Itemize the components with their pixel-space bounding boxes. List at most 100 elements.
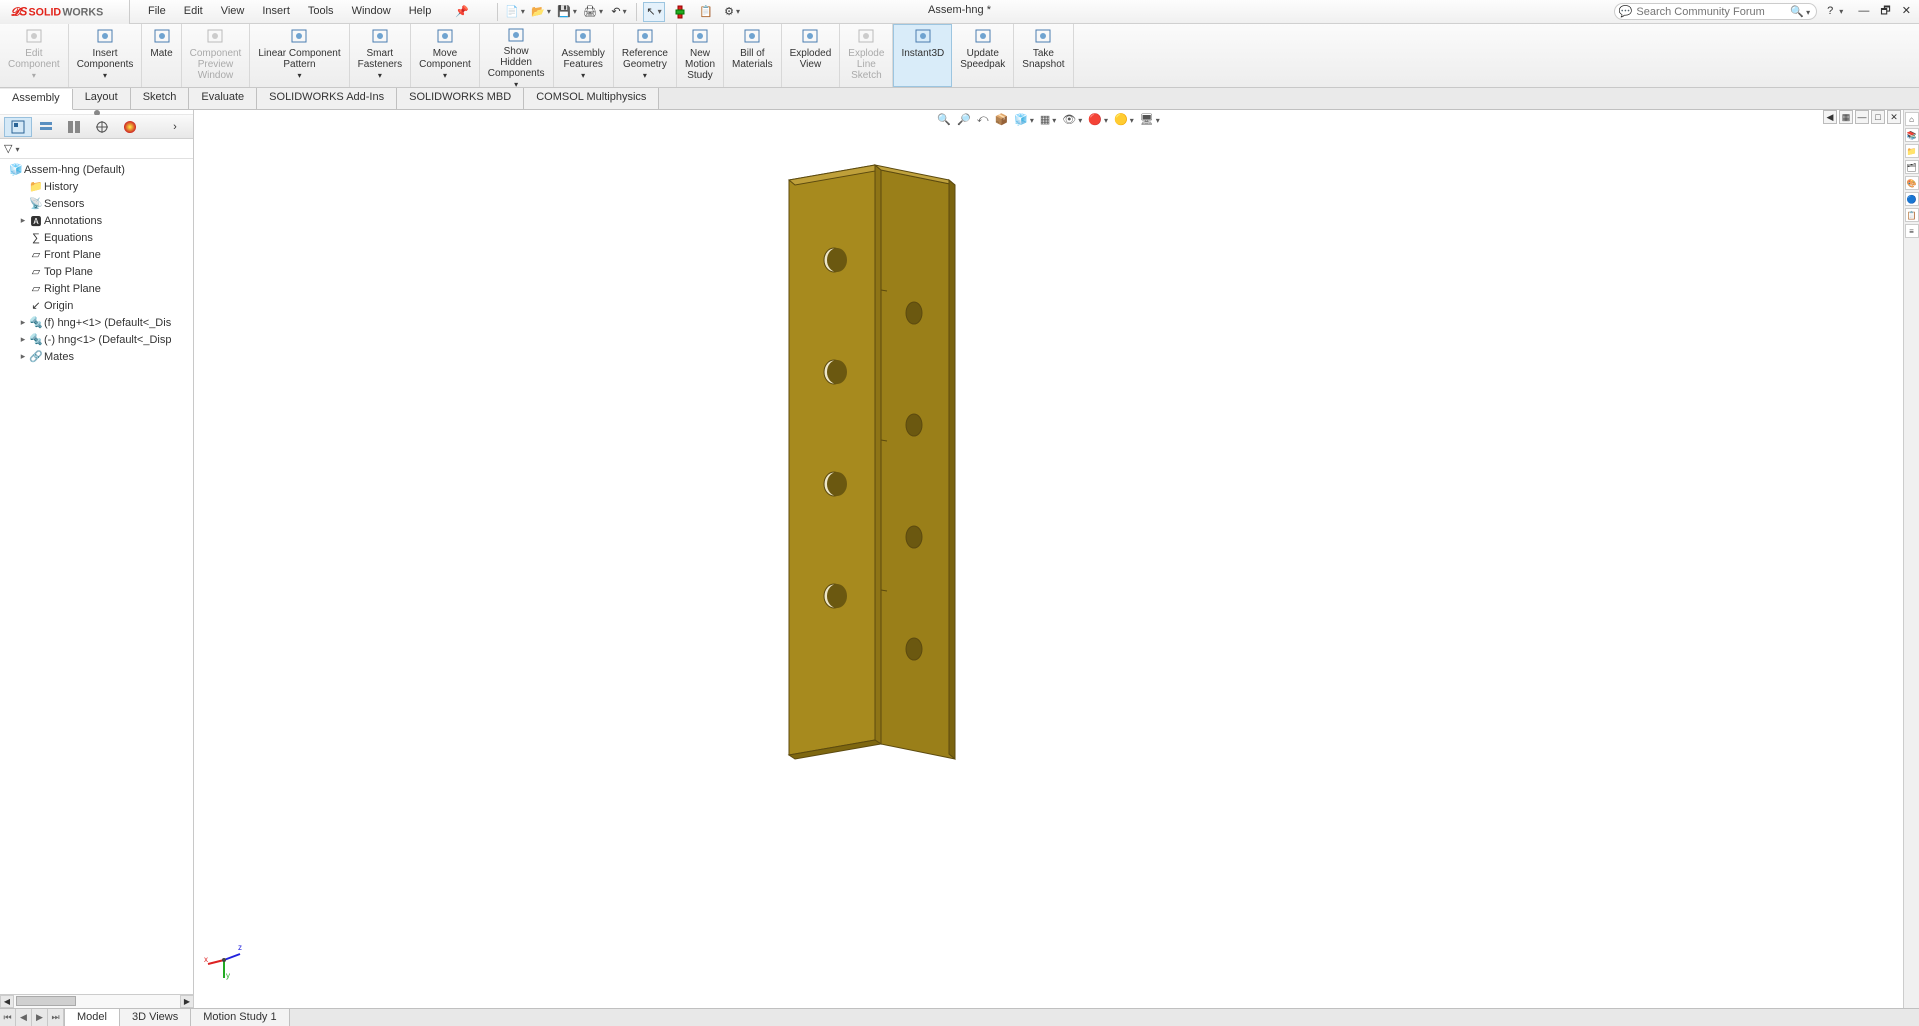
tree-item-history[interactable]: 📁History [0, 178, 193, 195]
menu-window[interactable]: Window [344, 1, 399, 22]
hide-show-icon[interactable]: 👁▾ [1062, 113, 1082, 126]
ribbon-take-snapshot[interactable]: Take Snapshot [1014, 24, 1073, 87]
menu-help[interactable]: Help [401, 1, 440, 22]
cmdtab-evaluate[interactable]: Evaluate [189, 88, 257, 109]
search-input[interactable] [1636, 6, 1786, 18]
tree-item-mates[interactable]: ▸🔗Mates [0, 348, 193, 365]
menu-view[interactable]: View [213, 1, 253, 22]
edit-appearance-icon[interactable]: 🔴▾ [1088, 113, 1108, 126]
cmdtab-assembly[interactable]: Assembly [0, 89, 73, 110]
view-settings-icon[interactable]: 🖥▾ [1140, 113, 1160, 126]
custom-props-icon[interactable]: 📋 [1905, 208, 1919, 222]
ribbon-new-motion-study[interactable]: New Motion Study [677, 24, 724, 87]
graphics-area[interactable]: 🔍 🔎 ⤺ 📦 🧊▾ ▦▾ 👁▾ 🔴▾ 🟡▾ 🖥▾ ◀ ▦ — □ ✕ [194, 110, 1903, 1008]
last-tab-icon[interactable]: ⏭ [48, 1009, 64, 1026]
feature-tree-tab[interactable] [4, 117, 32, 137]
tree-item-[interactable]: ▸🔩(-) hng<1> (Default<_Disp [0, 331, 193, 348]
tree-item-equations[interactable]: ∑Equations [0, 229, 193, 246]
bottom-tab-model[interactable]: Model [65, 1009, 120, 1026]
ribbon-smart-fasteners[interactable]: Smart Fasteners▾ [350, 24, 411, 87]
settings-button[interactable]: ⚙▾ [721, 2, 743, 22]
select-button[interactable]: ↖▾ [643, 2, 665, 22]
undo-button[interactable]: ↶▾ [608, 2, 630, 22]
tree-item-f[interactable]: ▸🔩(f) hng+<1> (Default<_Dis [0, 314, 193, 331]
viewport-minimize-icon[interactable]: — [1855, 110, 1869, 124]
zoom-area-icon[interactable]: 🔎 [957, 113, 971, 126]
prev-tab-icon[interactable]: ◀ [16, 1009, 32, 1026]
ribbon-insert-components[interactable]: Insert Components▾ [69, 24, 143, 87]
file-explorer-icon[interactable]: 🗂 [1905, 160, 1919, 174]
ribbon-show-hidden-components[interactable]: Show Hidden Components▾ [480, 24, 554, 87]
next-tab-icon[interactable]: ▶ [32, 1009, 48, 1026]
orientation-triad[interactable]: x y z [204, 940, 244, 980]
display-manager-tab[interactable] [116, 117, 144, 137]
print-button[interactable]: 🖨▾ [582, 2, 604, 22]
menu-insert[interactable]: Insert [254, 1, 298, 22]
viewport-layout-icon[interactable]: ▦ [1839, 110, 1853, 124]
ribbon-exploded-view[interactable]: Exploded View [782, 24, 841, 87]
tree-horizontal-scrollbar[interactable]: ◀ ▶ [0, 994, 194, 1008]
first-tab-icon[interactable]: ⏮ [0, 1009, 16, 1026]
ribbon-mate[interactable]: Mate [142, 24, 181, 87]
scroll-left-icon[interactable]: ◀ [0, 995, 14, 1008]
property-manager-tab[interactable] [32, 117, 60, 137]
panel-expand-button[interactable]: › [161, 117, 189, 137]
zoom-fit-icon[interactable]: 🔍 [937, 113, 951, 126]
search-icon[interactable]: 🔍▾ [1790, 5, 1810, 18]
cmdtab-solidworks-mbd[interactable]: SOLIDWORKS MBD [397, 88, 524, 109]
bottom-tab-motion-study-1[interactable]: Motion Study 1 [191, 1009, 289, 1026]
open-button[interactable]: 📂▾ [530, 2, 552, 22]
viewport-close-icon[interactable]: ✕ [1887, 110, 1901, 124]
minimize-button[interactable]: — [1854, 5, 1873, 17]
apply-scene-icon[interactable]: 🟡▾ [1114, 113, 1134, 126]
cmdtab-sketch[interactable]: Sketch [131, 88, 190, 109]
cmdtab-comsol-multiphysics[interactable]: COMSOL Multiphysics [524, 88, 659, 109]
options-button[interactable]: 📋 [695, 2, 717, 22]
new-button[interactable]: 📄▾ [504, 2, 526, 22]
save-button[interactable]: 💾▾ [556, 2, 578, 22]
ribbon-bill-of-materials[interactable]: Bill of Materials [724, 24, 782, 87]
view-orientation-icon[interactable]: 🧊▾ [1014, 113, 1034, 126]
home-icon[interactable]: ⌂ [1905, 112, 1919, 126]
restore-button[interactable]: 🗗 [1876, 5, 1894, 17]
display-style-icon[interactable]: ▦▾ [1040, 113, 1056, 126]
tree-item-front[interactable]: ▱Front Plane [0, 246, 193, 263]
dimxpert-tab[interactable] [88, 117, 116, 137]
help-button[interactable]: ?▾ [1823, 5, 1851, 17]
bottom-tab-3d-views[interactable]: 3D Views [120, 1009, 191, 1026]
design-library-icon[interactable]: 📁 [1905, 144, 1919, 158]
ribbon-assembly-features[interactable]: Assembly Features▾ [554, 24, 614, 87]
ribbon-instant3d[interactable]: Instant3D [893, 24, 952, 87]
search-box[interactable]: 💬 🔍▾ [1614, 3, 1817, 20]
tree-item-top[interactable]: ▱Top Plane [0, 263, 193, 280]
resources-icon[interactable]: 📚 [1905, 128, 1919, 142]
tree-filter-row[interactable]: ▽▾ [0, 139, 193, 159]
rebuild-button[interactable] [669, 2, 691, 22]
tree-root[interactable]: 🧊Assem-hng (Default) [0, 161, 193, 178]
viewport-maximize-icon[interactable]: □ [1871, 110, 1885, 124]
previous-view-icon[interactable]: ⤺ [977, 113, 989, 126]
menu-tools[interactable]: Tools [300, 1, 342, 22]
pin-icon[interactable]: 📌 [447, 1, 477, 22]
tree-item-sensors[interactable]: 📡Sensors [0, 195, 193, 212]
configuration-manager-tab[interactable] [60, 117, 88, 137]
cmdtab-solidworks-add-ins[interactable]: SOLIDWORKS Add-Ins [257, 88, 397, 109]
tree-item-annotations[interactable]: ▸🅰Annotations [0, 212, 193, 229]
view-palette-icon[interactable]: 🎨 [1905, 176, 1919, 190]
tree-item-origin[interactable]: ↙Origin [0, 297, 193, 314]
viewport-back-icon[interactable]: ◀ [1823, 110, 1837, 124]
forum-icon[interactable]: ≡ [1905, 224, 1919, 238]
ribbon-reference-geometry[interactable]: Reference Geometry▾ [614, 24, 677, 87]
scroll-thumb[interactable] [16, 996, 76, 1006]
close-button[interactable]: ✕ [1898, 5, 1915, 17]
menu-file[interactable]: File [140, 1, 174, 22]
ribbon-linear-component-pattern[interactable]: Linear Component Pattern▾ [250, 24, 349, 87]
section-view-icon[interactable]: 📦 [994, 113, 1008, 126]
appearances-icon[interactable]: 🔵 [1905, 192, 1919, 206]
cmdtab-layout[interactable]: Layout [73, 88, 131, 109]
menu-edit[interactable]: Edit [176, 1, 211, 22]
ribbon-update-speedpak[interactable]: Update Speedpak [952, 24, 1014, 87]
tree-item-right[interactable]: ▱Right Plane [0, 280, 193, 297]
scroll-right-icon[interactable]: ▶ [180, 995, 194, 1008]
ribbon-move-component[interactable]: Move Component▾ [411, 24, 480, 87]
